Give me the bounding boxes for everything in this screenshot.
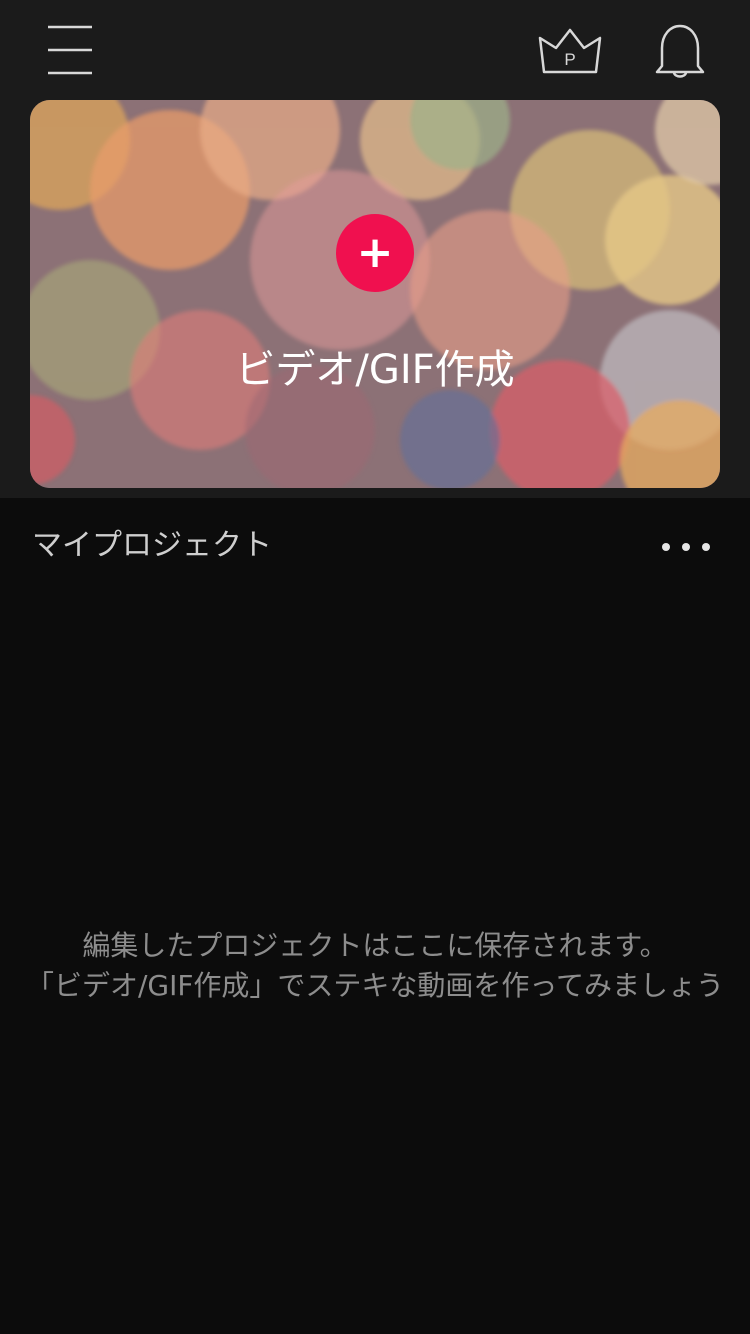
bokeh-background-image: [30, 100, 720, 488]
my-projects-title: マイプロジェクト: [32, 528, 272, 563]
empty-projects-message: 編集したプロジェクトはここに保存されます。 「ビデオ/GIF作成」でステキな動画…: [0, 926, 750, 1006]
premium-badge-letter: P: [564, 50, 575, 69]
more-dots-icon: [662, 543, 710, 551]
crown-premium-icon: P: [538, 28, 602, 74]
more-options-button[interactable]: [654, 528, 718, 566]
create-video-gif-label: ビデオ/GIF作成: [235, 347, 515, 393]
empty-message-line-2: 「ビデオ/GIF作成」でステキな動画を作ってみましょう: [25, 969, 725, 1002]
create-video-gif-card[interactable]: + ビデオ/GIF作成: [30, 100, 720, 488]
notification-button[interactable]: [652, 20, 708, 80]
top-bar: P: [0, 0, 750, 100]
empty-message-line-1: 編集したプロジェクトはここに保存されます。: [82, 929, 668, 962]
bell-icon: [655, 24, 705, 78]
my-projects-header: マイプロジェクト: [0, 498, 750, 598]
top-area: P + ビデオ/GIF作成: [0, 0, 750, 498]
app-screen: P + ビデオ/GIF作成 マイプロジェクト 編集したプロジェクトはここに保存さ…: [0, 0, 750, 1334]
menu-button[interactable]: [40, 20, 100, 80]
premium-button[interactable]: P: [536, 22, 604, 80]
add-project-icon: +: [336, 214, 414, 292]
hamburger-menu-icon: [48, 25, 92, 75]
